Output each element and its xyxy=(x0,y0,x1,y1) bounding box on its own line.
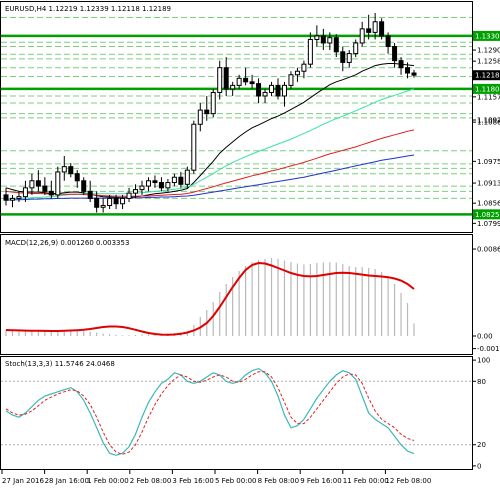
candle-body[interactable] xyxy=(29,180,35,189)
price-tick-label: 1.12900 xyxy=(477,47,500,55)
candle-body[interactable] xyxy=(256,83,262,97)
candle-body[interactable] xyxy=(333,37,339,53)
candle-body[interactable] xyxy=(133,189,139,194)
candle-body[interactable] xyxy=(48,190,54,196)
trading-chart[interactable]: 1.13300 1.12900 1.12585 1.12188 1.118001.115… xyxy=(0,0,500,488)
candle-body[interactable] xyxy=(210,91,216,115)
candle-body[interactable] xyxy=(217,67,223,93)
time-tick-label: 9 Feb 16:00 xyxy=(300,477,341,485)
candle-body[interactable] xyxy=(353,42,359,55)
candle-body[interactable] xyxy=(288,74,294,86)
candle-body[interactable] xyxy=(171,176,177,184)
stoch-label: Stoch(13,3,3) 11.5746 24.0468 xyxy=(5,360,115,368)
macd-tick-label: 0.00 xyxy=(477,333,493,341)
candle-body[interactable] xyxy=(294,70,300,76)
candle-body[interactable] xyxy=(366,28,372,33)
candle-body[interactable] xyxy=(340,51,346,63)
candle-body[interactable] xyxy=(35,180,41,187)
time-tick-label: 8 Feb 08:00 xyxy=(258,477,299,485)
stoch-tick-label: 0 xyxy=(477,462,481,470)
candle-body[interactable] xyxy=(16,196,22,199)
candle-body[interactable] xyxy=(81,180,87,192)
time-tick-label: 2 Feb 08:00 xyxy=(130,477,171,485)
candle-body[interactable] xyxy=(68,166,74,175)
candle-body[interactable] xyxy=(3,194,9,201)
candle-body[interactable] xyxy=(22,187,28,198)
candle-body[interactable] xyxy=(262,91,268,97)
candle-body[interactable] xyxy=(197,109,203,125)
candle-body[interactable] xyxy=(275,84,281,97)
candle-body[interactable] xyxy=(120,197,126,205)
candle-body[interactable] xyxy=(223,67,229,90)
candle-body[interactable] xyxy=(372,21,378,33)
time-tick-label: 27 Jan 2016 xyxy=(2,477,45,485)
chart-header: EURUSD,H4 1.12219 1.12339 1.12118 1.1218… xyxy=(5,5,171,13)
candle-body[interactable] xyxy=(392,46,398,62)
stoch-tick-label: 100 xyxy=(477,357,490,365)
time-tick-label: 11 Feb 00:00 xyxy=(343,477,389,485)
candle-body[interactable] xyxy=(87,190,93,199)
candle-body[interactable] xyxy=(379,21,385,37)
candle-body[interactable] xyxy=(139,185,145,191)
time-tick-label: 1 Feb 00:00 xyxy=(87,477,128,485)
candle-body[interactable] xyxy=(113,197,119,205)
candle-body[interactable] xyxy=(158,182,164,189)
candle-body[interactable] xyxy=(385,35,391,48)
candle-body[interactable] xyxy=(405,67,411,74)
candle-body[interactable] xyxy=(61,166,67,173)
candle-body[interactable] xyxy=(94,197,100,208)
price-tick-label: 1.08565 xyxy=(477,200,500,208)
candle-body[interactable] xyxy=(320,35,326,44)
candle-body[interactable] xyxy=(165,182,171,189)
macd-tick-label: -0.001260 xyxy=(477,345,500,353)
level-price-tag-label: 1.13300 xyxy=(475,32,500,40)
candle-body[interactable] xyxy=(191,123,197,171)
candle-body[interactable] xyxy=(269,84,275,93)
candle-body[interactable] xyxy=(359,28,365,44)
candle-body[interactable] xyxy=(126,192,132,199)
price-tick-label: 1.11575 xyxy=(477,93,500,101)
candle-body[interactable] xyxy=(301,63,307,72)
time-tick-label: 12 Feb 08:00 xyxy=(385,477,431,485)
price-tick-label: 1.09750 xyxy=(477,158,500,166)
candle-body[interactable] xyxy=(230,84,236,90)
stoch-tick-label: 80 xyxy=(477,378,486,386)
level-price-tag-label: 1.08250 xyxy=(475,211,500,219)
candle-body[interactable] xyxy=(411,72,417,76)
time-tick-label: 28 Jan 16:00 xyxy=(45,477,89,485)
candle-body[interactable] xyxy=(74,173,80,182)
candle-body[interactable] xyxy=(307,38,313,65)
macd-tick-label: 0.008697 xyxy=(477,246,500,254)
candle-body[interactable] xyxy=(145,180,151,187)
price-tick-label: 1.10920 xyxy=(477,117,500,125)
current-price-label: 1.12188 xyxy=(475,72,500,80)
stoch-tick-label: 20 xyxy=(477,441,486,449)
candle-body[interactable] xyxy=(204,109,210,115)
candle-body[interactable] xyxy=(398,60,404,69)
candle-body[interactable] xyxy=(9,197,15,201)
level-price-tag-label: 1.11800 xyxy=(475,85,500,93)
candle-body[interactable] xyxy=(184,169,190,185)
candle-body[interactable] xyxy=(281,84,287,97)
candle-body[interactable] xyxy=(249,81,255,85)
time-tick-label: 5 Feb 00:00 xyxy=(215,477,256,485)
candle-body[interactable] xyxy=(243,77,249,83)
candle-body[interactable] xyxy=(152,180,158,184)
candle-body[interactable] xyxy=(107,197,113,207)
candle-body[interactable] xyxy=(55,171,61,196)
macd-label: MACD(12,26,9) 0.001260 0.003353 xyxy=(5,239,129,247)
candle-body[interactable] xyxy=(346,53,352,63)
candle-body[interactable] xyxy=(100,205,106,208)
time-tick-label: 3 Feb 16:00 xyxy=(172,477,213,485)
price-tick-label: 1.09135 xyxy=(477,180,500,188)
candle-body[interactable] xyxy=(314,35,320,40)
candle-body[interactable] xyxy=(236,77,242,86)
candle-body[interactable] xyxy=(42,185,48,192)
price-tick-label: 1.07995 xyxy=(477,220,500,228)
candle-body[interactable] xyxy=(178,176,184,185)
price-tick-label: 1.12585 xyxy=(477,58,500,66)
candle-body[interactable] xyxy=(327,37,333,44)
